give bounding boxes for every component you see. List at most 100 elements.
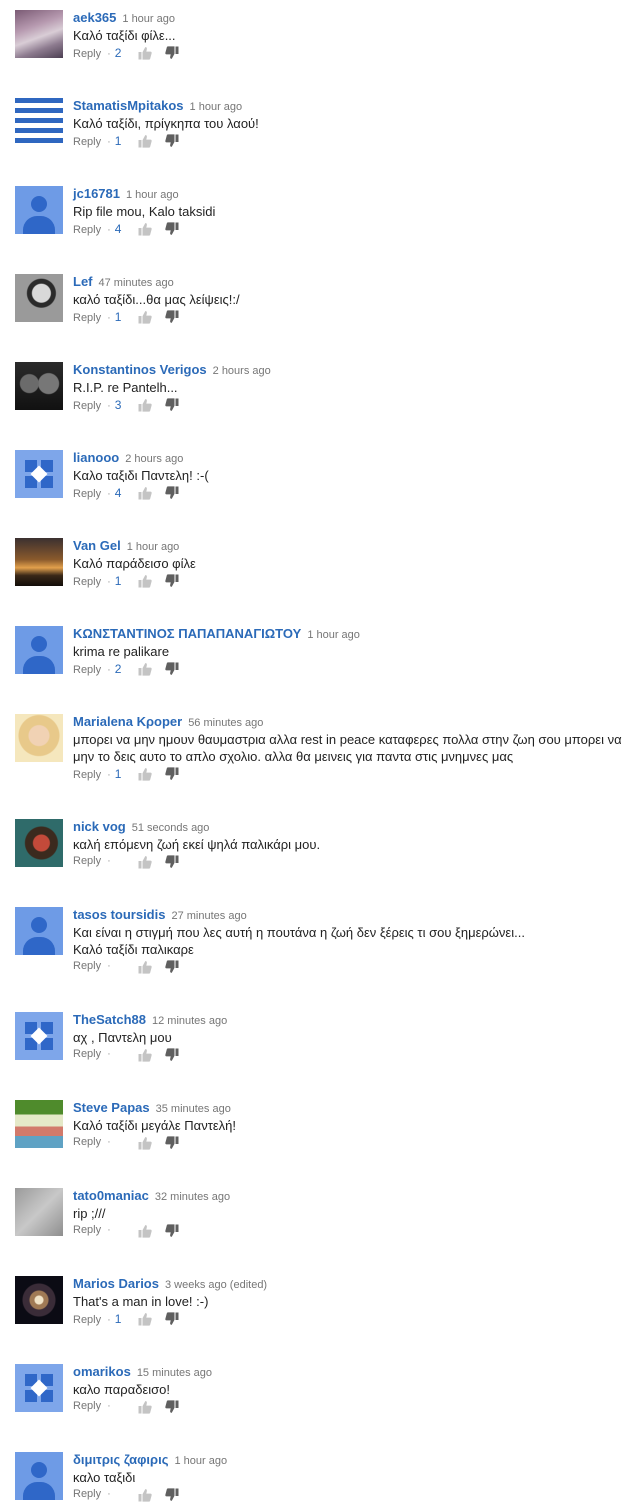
thumbs-up-icon[interactable] — [138, 134, 152, 148]
thumbs-up-icon[interactable] — [138, 486, 152, 500]
thumbs-down-icon[interactable] — [165, 1224, 179, 1238]
thumbs-down-icon[interactable] — [165, 960, 179, 974]
author-name-link[interactable]: jc16781 — [73, 186, 120, 201]
thumbs-up-icon[interactable] — [138, 574, 152, 588]
author-name-link[interactable]: Konstantinos Verigos — [73, 362, 207, 377]
reply-button[interactable]: Reply — [73, 576, 101, 588]
thumbs-down-icon[interactable] — [165, 46, 179, 60]
reply-button[interactable]: Reply — [73, 136, 101, 148]
comment-timestamp[interactable]: 3 weeks ago (edited) — [165, 1279, 267, 1291]
author-name-link[interactable]: Marialena Κρoper — [73, 714, 182, 729]
thumbs-up-icon[interactable] — [138, 662, 152, 676]
thumbs-down-icon[interactable] — [165, 1136, 179, 1150]
comment-timestamp[interactable]: 1 hour ago — [127, 541, 180, 553]
comment-timestamp[interactable]: 15 minutes ago — [137, 1367, 212, 1379]
thumbs-up-icon[interactable] — [138, 960, 152, 974]
reply-button[interactable]: Reply — [73, 1136, 101, 1148]
reply-button[interactable]: Reply — [73, 1314, 101, 1326]
thumbs-down-icon[interactable] — [165, 222, 179, 236]
user-avatar[interactable] — [15, 1188, 63, 1236]
comment-timestamp[interactable]: 1 hour ago — [190, 101, 243, 113]
reply-button[interactable]: Reply — [73, 855, 101, 867]
author-name-link[interactable]: Steve Papas — [73, 1100, 150, 1115]
user-avatar[interactable] — [15, 714, 63, 762]
user-avatar[interactable] — [15, 274, 63, 322]
default-avatar-icon[interactable] — [15, 1012, 63, 1060]
reply-button[interactable]: Reply — [73, 1400, 101, 1412]
thumbs-down-icon[interactable] — [165, 855, 179, 869]
default-avatar-icon[interactable] — [15, 186, 63, 234]
default-avatar-icon[interactable] — [15, 450, 63, 498]
thumbs-down-icon[interactable] — [165, 134, 179, 148]
reply-button[interactable]: Reply — [73, 664, 101, 676]
thumbs-up-icon[interactable] — [138, 310, 152, 324]
comment-timestamp[interactable]: 27 minutes ago — [171, 910, 246, 922]
author-name-link[interactable]: ΚΩΝΣΤΑΝΤΙΝΟΣ ΠΑΠΑΠΑΝΑΓΙΩΤΟΥ — [73, 626, 301, 641]
reply-button[interactable]: Reply — [73, 224, 101, 236]
thumbs-up-icon[interactable] — [138, 1136, 152, 1150]
thumbs-down-icon[interactable] — [165, 767, 179, 781]
thumbs-up-icon[interactable] — [138, 855, 152, 869]
comment-timestamp[interactable]: 51 seconds ago — [132, 822, 210, 834]
default-avatar-icon[interactable] — [15, 1452, 63, 1500]
reply-button[interactable]: Reply — [73, 1048, 101, 1060]
thumbs-up-icon[interactable] — [138, 1224, 152, 1238]
thumbs-down-icon[interactable] — [165, 486, 179, 500]
author-name-link[interactable]: διμιτρις ζαφιρις — [73, 1452, 168, 1467]
thumbs-up-icon[interactable] — [138, 1488, 152, 1502]
comment-timestamp[interactable]: 1 hour ago — [126, 189, 179, 201]
author-name-link[interactable]: lianooo — [73, 450, 119, 465]
author-name-link[interactable]: aek365 — [73, 10, 116, 25]
comment-timestamp[interactable]: 1 hour ago — [307, 629, 360, 641]
thumbs-down-icon[interactable] — [165, 1488, 179, 1502]
thumbs-down-icon[interactable] — [165, 574, 179, 588]
user-avatar[interactable] — [15, 98, 63, 146]
author-name-link[interactable]: omarikos — [73, 1364, 131, 1379]
author-name-link[interactable]: Lef — [73, 274, 93, 289]
thumbs-down-icon[interactable] — [165, 662, 179, 676]
user-avatar[interactable] — [15, 1100, 63, 1148]
thumbs-down-icon[interactable] — [165, 1400, 179, 1414]
thumbs-up-icon[interactable] — [138, 1312, 152, 1326]
user-avatar[interactable] — [15, 10, 63, 58]
author-name-link[interactable]: tasos toursidis — [73, 907, 165, 922]
comment-timestamp[interactable]: 35 minutes ago — [156, 1103, 231, 1115]
comment-timestamp[interactable]: 47 minutes ago — [99, 277, 174, 289]
user-avatar[interactable] — [15, 1276, 63, 1324]
thumbs-down-icon[interactable] — [165, 1312, 179, 1326]
comment-timestamp[interactable]: 2 hours ago — [125, 453, 183, 465]
reply-button[interactable]: Reply — [73, 400, 101, 412]
user-avatar[interactable] — [15, 819, 63, 867]
author-name-link[interactable]: StamatisΜpitakos — [73, 98, 184, 113]
thumbs-up-icon[interactable] — [138, 1048, 152, 1062]
author-name-link[interactable]: Marios Darios — [73, 1276, 159, 1291]
reply-button[interactable]: Reply — [73, 488, 101, 500]
reply-button[interactable]: Reply — [73, 1224, 101, 1236]
thumbs-up-icon[interactable] — [138, 767, 152, 781]
thumbs-up-icon[interactable] — [138, 1400, 152, 1414]
reply-button[interactable]: Reply — [73, 960, 101, 972]
thumbs-down-icon[interactable] — [165, 310, 179, 324]
default-avatar-icon[interactable] — [15, 626, 63, 674]
author-name-link[interactable]: tato0maniac — [73, 1188, 149, 1203]
comment-timestamp[interactable]: 12 minutes ago — [152, 1015, 227, 1027]
user-avatar[interactable] — [15, 538, 63, 586]
default-avatar-icon[interactable] — [15, 1364, 63, 1412]
reply-button[interactable]: Reply — [73, 769, 101, 781]
comment-timestamp[interactable]: 1 hour ago — [174, 1455, 227, 1467]
default-avatar-icon[interactable] — [15, 907, 63, 955]
comment-timestamp[interactable]: 1 hour ago — [122, 13, 175, 25]
thumbs-up-icon[interactable] — [138, 398, 152, 412]
comment-timestamp[interactable]: 56 minutes ago — [188, 717, 263, 729]
author-name-link[interactable]: TheSatch88 — [73, 1012, 146, 1027]
author-name-link[interactable]: Van Gel — [73, 538, 121, 553]
thumbs-up-icon[interactable] — [138, 46, 152, 60]
reply-button[interactable]: Reply — [73, 312, 101, 324]
reply-button[interactable]: Reply — [73, 48, 101, 60]
reply-button[interactable]: Reply — [73, 1488, 101, 1500]
comment-timestamp[interactable]: 32 minutes ago — [155, 1191, 230, 1203]
thumbs-down-icon[interactable] — [165, 398, 179, 412]
author-name-link[interactable]: nick vog — [73, 819, 126, 834]
thumbs-up-icon[interactable] — [138, 222, 152, 236]
thumbs-down-icon[interactable] — [165, 1048, 179, 1062]
